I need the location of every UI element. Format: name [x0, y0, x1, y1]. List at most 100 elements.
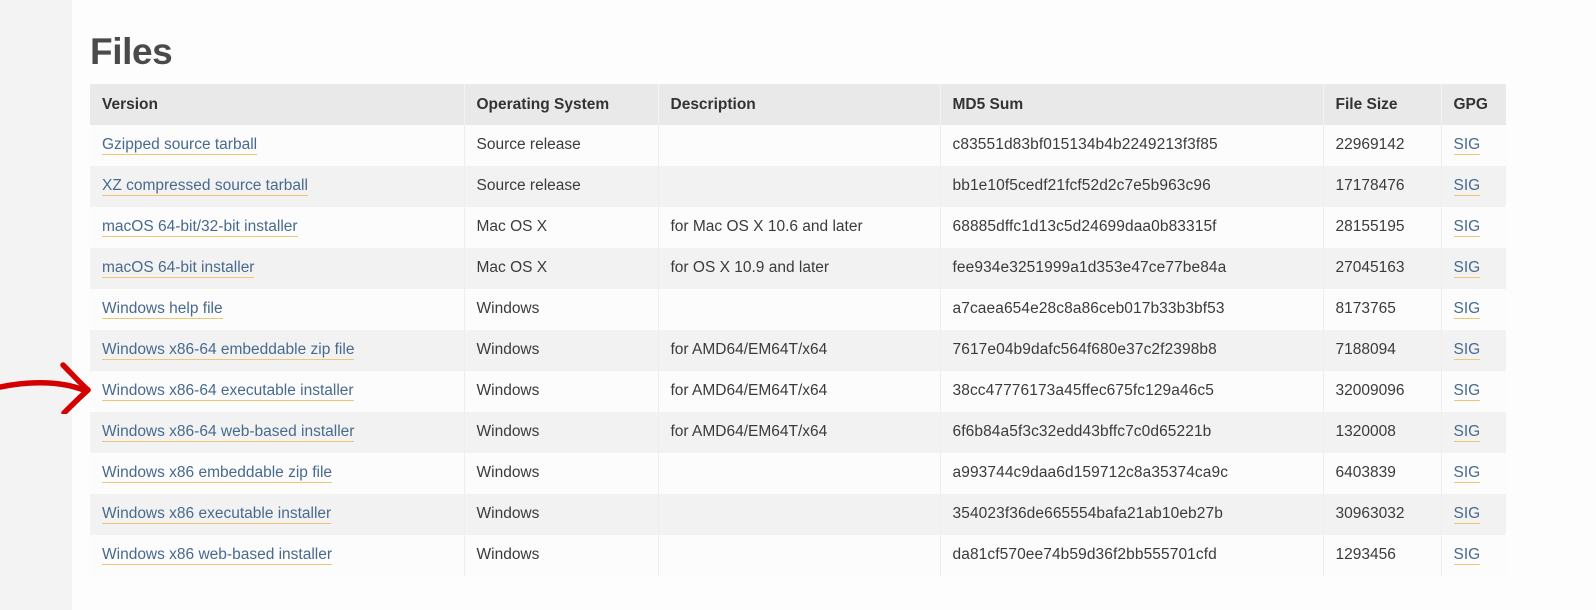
table-row: macOS 64-bit/32-bit installer Mac OS Xfor…: [90, 207, 1506, 248]
cell-file-size: 1293456: [1323, 535, 1442, 576]
cell-file-size: 6403839: [1323, 453, 1442, 494]
cell-md5-sum: 38cc47776173a45ffec675fc129a46c5: [940, 371, 1324, 412]
cell-file-size: 32009096: [1323, 371, 1442, 412]
version-download-link[interactable]: Windows x86 web-based installer: [102, 546, 333, 565]
column-header-filesize: File Size: [1323, 84, 1442, 125]
cell-md5-sum: a7caea654e28c8a86ceb017b33b3bf53: [940, 289, 1324, 330]
cell-gpg: SIG: [1441, 248, 1506, 289]
table-row: Windows x86 embeddable zip file Windows a9…: [90, 453, 1506, 494]
cell-description: [658, 453, 941, 494]
table-row: Gzipped source tarball Source release c835…: [90, 125, 1506, 166]
cell-file-size: 8173765: [1323, 289, 1442, 330]
cell-operating-system: Source release: [464, 166, 659, 207]
cell-gpg: SIG: [1441, 494, 1506, 535]
cell-md5-sum: bb1e10f5cedf21fcf52d2c7e5b963c96: [940, 166, 1324, 207]
cell-description: for OS X 10.9 and later: [658, 248, 941, 289]
cell-operating-system: Source release: [464, 125, 659, 166]
cell-md5-sum: c83551d83bf015134b4b2249213f3f85: [940, 125, 1324, 166]
table-row: Windows help file Windows a7caea654e28c8a8…: [90, 289, 1506, 330]
column-header-version: Version: [90, 84, 465, 125]
version-download-link[interactable]: Windows x86 embeddable zip file: [102, 464, 333, 483]
table-header-row: Version Operating System Description MD5…: [90, 84, 1506, 125]
cell-md5-sum: da81cf570ee74b59d36f2bb555701cfd: [940, 535, 1324, 576]
table-row: macOS 64-bit installer Mac OS Xfor OS X 1…: [90, 248, 1506, 289]
gpg-signature-link[interactable]: SIG: [1453, 464, 1481, 483]
gpg-signature-link[interactable]: SIG: [1453, 218, 1481, 237]
gpg-signature-link[interactable]: SIG: [1453, 259, 1481, 278]
cell-operating-system: Windows: [464, 535, 659, 576]
cell-md5-sum: a993744c9daa6d159712c8a35374ca9c: [940, 453, 1324, 494]
cell-description: for AMD64/EM64T/x64: [658, 330, 941, 371]
cell-md5-sum: 354023f36de665554bafa21ab10eb27b: [940, 494, 1324, 535]
cell-operating-system: Windows: [464, 330, 659, 371]
cell-file-size: 30963032: [1323, 494, 1442, 535]
gpg-signature-link[interactable]: SIG: [1453, 423, 1481, 442]
cell-md5-sum: 6f6b84a5f3c32edd43bffc7c0d65221b: [940, 412, 1324, 453]
table-row: Windows x86-64 embeddable zip file Window…: [90, 330, 1506, 371]
cell-version: XZ compressed source tarball: [90, 166, 465, 207]
cell-gpg: SIG: [1441, 371, 1506, 412]
gpg-signature-link[interactable]: SIG: [1453, 136, 1481, 155]
cell-version: Windows x86 executable installer: [90, 494, 465, 535]
cell-operating-system: Windows: [464, 289, 659, 330]
cell-gpg: SIG: [1441, 330, 1506, 371]
cell-operating-system: Mac OS X: [464, 248, 659, 289]
gpg-signature-link[interactable]: SIG: [1453, 505, 1481, 524]
cell-description: [658, 494, 941, 535]
cell-md5-sum: fee934e3251999a1d353e47ce77be84a: [940, 248, 1324, 289]
column-header-md5: MD5 Sum: [940, 84, 1324, 125]
version-download-link[interactable]: Windows x86-64 web-based installer: [102, 423, 355, 442]
table-body: Gzipped source tarball Source release c835…: [90, 125, 1506, 576]
table-row: Windows x86 web-based installer Windows da…: [90, 535, 1506, 576]
cell-description: [658, 125, 941, 166]
cell-version: Windows x86 web-based installer: [90, 535, 465, 576]
version-download-link[interactable]: Windows help file: [102, 300, 223, 319]
column-header-gpg: GPG: [1441, 84, 1506, 125]
cell-version: Windows help file: [90, 289, 465, 330]
gpg-signature-link[interactable]: SIG: [1453, 546, 1481, 565]
gpg-signature-link[interactable]: SIG: [1453, 382, 1481, 401]
cell-operating-system: Windows: [464, 494, 659, 535]
cell-gpg: SIG: [1441, 412, 1506, 453]
cell-operating-system: Windows: [464, 412, 659, 453]
cell-version: macOS 64-bit/32-bit installer: [90, 207, 465, 248]
cell-gpg: SIG: [1441, 535, 1506, 576]
version-download-link[interactable]: Gzipped source tarball: [102, 136, 258, 155]
cell-file-size: 17178476: [1323, 166, 1442, 207]
version-download-link[interactable]: Windows x86 executable installer: [102, 505, 332, 524]
table-row: Windows x86-64 executable installer Windo…: [90, 371, 1506, 412]
cell-md5-sum: 68885dffc1d13c5d24699daa0b83315f: [940, 207, 1324, 248]
version-download-link[interactable]: macOS 64-bit installer: [102, 259, 255, 278]
cell-operating-system: Windows: [464, 371, 659, 412]
cell-version: Windows x86 embeddable zip file: [90, 453, 465, 494]
table-row: XZ compressed source tarball Source relea…: [90, 166, 1506, 207]
cell-description: for Mac OS X 10.6 and later: [658, 207, 941, 248]
cell-description: [658, 166, 941, 207]
files-table: Version Operating System Description MD5…: [90, 84, 1506, 576]
gpg-signature-link[interactable]: SIG: [1453, 177, 1481, 196]
cell-file-size: 28155195: [1323, 207, 1442, 248]
version-download-link[interactable]: Windows x86-64 executable installer: [102, 382, 354, 401]
cell-file-size: 1320008: [1323, 412, 1442, 453]
version-download-link[interactable]: macOS 64-bit/32-bit installer: [102, 218, 298, 237]
column-header-description: Description: [658, 84, 941, 125]
cell-md5-sum: 7617e04b9dafc564f680e37c2f2398b8: [940, 330, 1324, 371]
cell-file-size: 7188094: [1323, 330, 1442, 371]
cell-gpg: SIG: [1441, 125, 1506, 166]
cell-version: macOS 64-bit installer: [90, 248, 465, 289]
cell-version: Windows x86-64 executable installer: [90, 371, 465, 412]
version-download-link[interactable]: XZ compressed source tarball: [102, 177, 308, 196]
cell-description: for AMD64/EM64T/x64: [658, 412, 941, 453]
cell-description: for AMD64/EM64T/x64: [658, 371, 941, 412]
gpg-signature-link[interactable]: SIG: [1453, 341, 1481, 360]
table-row: Windows x86-64 web-based installer Window…: [90, 412, 1506, 453]
cell-file-size: 27045163: [1323, 248, 1442, 289]
cell-version: Windows x86-64 embeddable zip file: [90, 330, 465, 371]
cell-gpg: SIG: [1441, 289, 1506, 330]
version-download-link[interactable]: Windows x86-64 embeddable zip file: [102, 341, 355, 360]
cell-file-size: 22969142: [1323, 125, 1442, 166]
cell-gpg: SIG: [1441, 166, 1506, 207]
page-title: Files: [90, 30, 173, 72]
gpg-signature-link[interactable]: SIG: [1453, 300, 1481, 319]
page-root: Files Version Operating System Descripti…: [0, 0, 1596, 610]
